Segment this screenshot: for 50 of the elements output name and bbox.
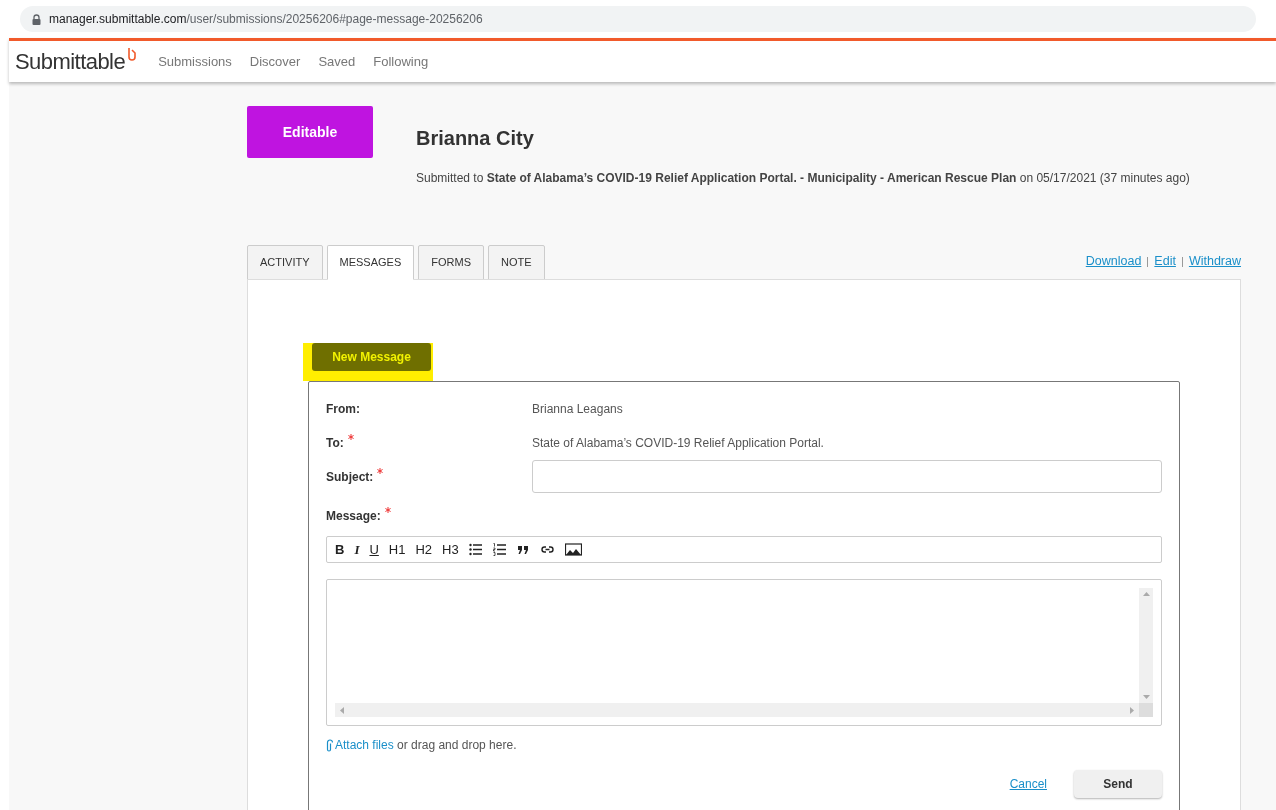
logo-mark-icon xyxy=(128,47,139,61)
send-button[interactable]: Send xyxy=(1074,770,1162,798)
nav-link[interactable]: Submissions xyxy=(158,51,232,72)
field-label: To: xyxy=(326,435,344,452)
horizontal-scrollbar[interactable] xyxy=(335,703,1139,717)
format-button[interactable]: B xyxy=(333,539,347,560)
vertical-scrollbar[interactable] xyxy=(1139,588,1153,703)
address-bar[interactable]: manager.submittable.com/user/submissions/20256206#page-message-20256206 xyxy=(20,6,1256,32)
quote-icon[interactable] xyxy=(516,543,531,556)
image-icon[interactable] xyxy=(564,543,582,556)
bullet-list-icon[interactable] xyxy=(468,543,483,556)
new-message-button[interactable]: New Message xyxy=(312,343,431,371)
nav-link[interactable]: Following xyxy=(373,51,429,72)
link-icon[interactable] xyxy=(540,543,555,556)
nav-link[interactable]: Discover xyxy=(249,51,301,72)
scroll-right-arrow-icon[interactable] xyxy=(1130,706,1134,714)
message-editor[interactable] xyxy=(326,579,1162,726)
format-button[interactable]: H2 xyxy=(413,539,435,560)
submission-details: Submitted to State of Alabama’s COVID-19 Relief Application Portal. - Municipality - American Rescue Plan on 05/17/2021 (37 minutes ago) xyxy=(416,170,1190,187)
cancel-link[interactable]: Cancel xyxy=(1009,775,1047,793)
logo[interactable]: Submittable xyxy=(15,45,126,78)
subject-field[interactable] xyxy=(532,460,1162,493)
from-value: Brianna Leagans xyxy=(532,401,623,418)
format-button[interactable]: I xyxy=(352,539,362,560)
scroll-left-arrow-icon[interactable] xyxy=(340,706,344,714)
scrollbar-corner xyxy=(1139,703,1153,717)
to-value: State of Alabama’s COVID-19 Relief Application Portal. xyxy=(532,435,824,452)
lock-icon xyxy=(32,13,41,25)
tab[interactable]: ACTIVITY xyxy=(247,245,323,280)
field-label: From: xyxy=(326,401,360,418)
paperclip-icon xyxy=(326,738,333,752)
submission-title: Brianna City xyxy=(416,126,535,151)
tab[interactable]: FORMS xyxy=(418,245,484,280)
url-text: manager.submittable.com/user/submissions/20256206#page-message-20256206 xyxy=(49,11,483,28)
action-link[interactable]: Download xyxy=(1085,252,1142,271)
action-link[interactable]: Withdraw xyxy=(1188,252,1241,271)
tab[interactable]: MESSAGES xyxy=(326,245,415,280)
message-label: Message: xyxy=(326,508,381,525)
scroll-up-arrow-icon[interactable] xyxy=(1142,592,1150,596)
attach-hint: Attach files or drag and drop here. xyxy=(335,737,517,754)
format-button[interactable]: U xyxy=(367,539,381,560)
tab[interactable]: NOTE xyxy=(488,245,545,280)
scroll-down-arrow-icon[interactable] xyxy=(1142,695,1150,699)
format-button[interactable]: H1 xyxy=(386,539,408,560)
field-label: Subject: xyxy=(326,468,374,486)
numbered-list-icon[interactable] xyxy=(492,543,507,556)
nav-link[interactable]: Saved xyxy=(318,51,356,72)
attach-files-link[interactable]: Attach files xyxy=(335,738,394,752)
format-button[interactable]: H3 xyxy=(440,539,461,560)
status-badge: Editable xyxy=(247,106,373,158)
